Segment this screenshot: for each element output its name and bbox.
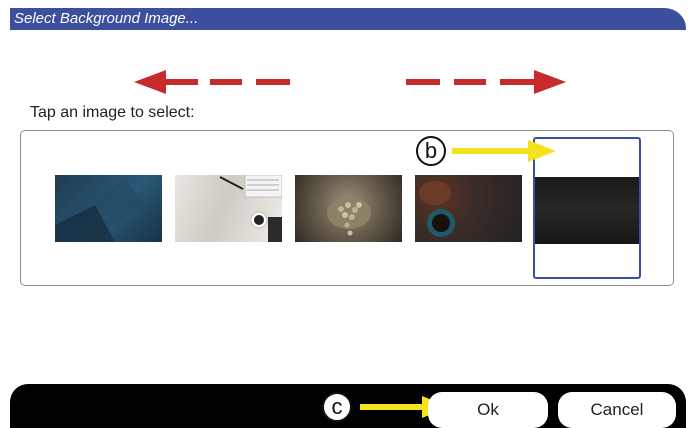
- annotation-b-marker: b: [416, 136, 446, 166]
- image-gallery: [20, 130, 674, 286]
- arrow-right-icon[interactable]: [406, 68, 566, 96]
- dialog-title: Select Background Image...: [14, 10, 199, 27]
- annotation-arrow-icon: [452, 140, 556, 162]
- annotation-c-marker: c: [322, 392, 352, 422]
- dialog-title-bar: Select Background Image...: [10, 8, 686, 30]
- thumbnail-desk-with-coffee[interactable]: [175, 175, 282, 242]
- select-prompt: Tap an image to select:: [30, 104, 195, 121]
- thumbnail-dark-blue-paper[interactable]: [55, 175, 162, 242]
- arrow-left-icon[interactable]: [134, 68, 294, 96]
- thumbnail-coffee-cup[interactable]: [415, 175, 522, 242]
- cancel-button[interactable]: Cancel: [558, 392, 676, 428]
- thumbnail-dark-texture[interactable]: [535, 177, 639, 244]
- thumbnail-hands-with-beans[interactable]: [295, 175, 402, 242]
- ok-button[interactable]: Ok: [428, 392, 548, 428]
